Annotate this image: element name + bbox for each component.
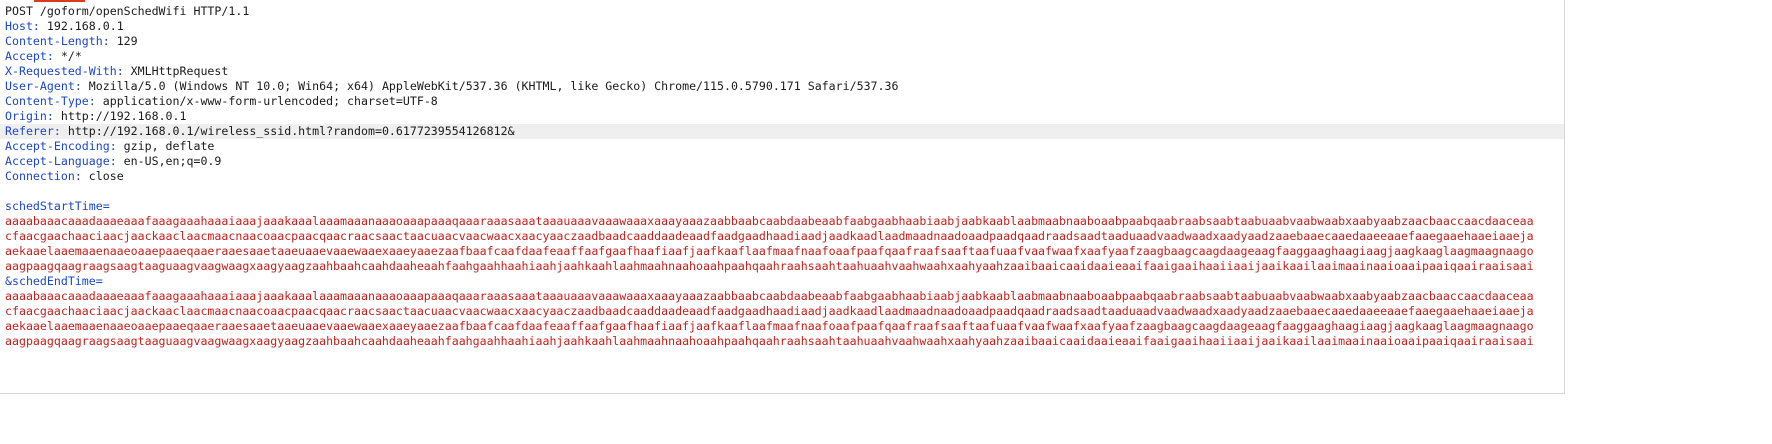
header-value: Mozilla/5.0 (Windows NT 10.0; Win64; x64… xyxy=(88,79,899,93)
header-value: en-US,en;q=0.9 xyxy=(123,154,222,168)
header-value: http://192.168.0.1/wireless_ssid.html?ra… xyxy=(67,124,515,138)
http-request-viewer[interactable]: POST /goform/openSchedWifi HTTP/1.1 Host… xyxy=(0,0,1772,444)
header-value: http://192.168.0.1 xyxy=(60,109,187,123)
body-value-line: aekaaelaaemaaenaaeoaaepaaeqaaeraaesaaeta… xyxy=(5,244,1534,258)
header-line-referer: Referer: http://192.168.0.1/wireless_ssi… xyxy=(0,124,1564,139)
editor-border-right xyxy=(1564,0,1565,394)
header-key: Accept xyxy=(5,49,47,63)
header-line-content-length: Content-Length: 129 xyxy=(5,34,138,48)
param-equals: = xyxy=(95,274,103,288)
body-param-name-line: &schedEndTime= xyxy=(0,274,1564,289)
header-line-accept-language: Accept-Language: en-US,en;q=0.9 xyxy=(5,154,222,168)
header-value: gzip, deflate xyxy=(123,139,215,153)
body-value-line: aaaabaaacaaadaaaeaaafaaagaaahaaaiaaajaaa… xyxy=(5,289,1534,303)
header-key: Accept-Encoding xyxy=(5,139,110,153)
header-key: Content-Length xyxy=(5,34,103,48)
header-value: 192.168.0.1 xyxy=(46,19,124,33)
editor-border-bottom xyxy=(0,393,1565,394)
body-value-line: cfaacgaachaaciaacjaackaaclaacmaacnaacoaa… xyxy=(5,229,1534,243)
header-key: X-Requested-With xyxy=(5,64,117,78)
active-tab-indicator xyxy=(34,0,85,2)
header-line-user-agent: User-Agent: Mozilla/5.0 (Windows NT 10.0… xyxy=(5,79,899,93)
body-value-line: cfaacgaachaaciaacjaackaaclaacmaacnaacoaa… xyxy=(5,304,1534,318)
body-value-line: aekaaelaaemaaenaaeoaaepaaeqaaeraaesaaeta… xyxy=(5,319,1534,333)
header-line-content-type: Content-Type: application/x-www-form-url… xyxy=(5,94,438,108)
request-editor[interactable]: POST /goform/openSchedWifi HTTP/1.1 Host… xyxy=(0,4,1564,349)
header-line-accept-encoding: Accept-Encoding: gzip, deflate xyxy=(5,139,215,153)
body-value-line: aagpaagqaagraagsaagtaaguaagvaagwaagxaagy… xyxy=(5,334,1534,348)
request-line: POST /goform/openSchedWifi HTTP/1.1 xyxy=(5,4,250,18)
param-separator: & xyxy=(5,274,12,288)
body-value-line: aagpaagqaagraagsaagtaaguaagvaagwaagxaagy… xyxy=(5,259,1534,273)
header-value: */* xyxy=(60,49,82,63)
header-key: Origin xyxy=(5,109,47,123)
header-line-x-requested-with: X-Requested-With: XMLHttpRequest xyxy=(5,64,229,78)
body-value-line: aaaabaaacaaadaaaeaaafaaagaaahaaaiaaajaaa… xyxy=(5,214,1534,228)
header-value: application/x-www-form-urlencoded; chars… xyxy=(102,94,438,108)
header-line-host: Host: 192.168.0.1 xyxy=(5,19,124,33)
header-key: Host xyxy=(5,19,33,33)
header-key: Content-Type xyxy=(5,94,89,108)
header-key: Connection xyxy=(5,169,75,183)
header-value: XMLHttpRequest xyxy=(130,64,229,78)
body-param-name-line: schedStartTime= xyxy=(0,199,1564,214)
header-line-connection: Connection: close xyxy=(5,169,124,183)
param-equals: = xyxy=(102,199,110,213)
param-name-sched-start-time: schedStartTime xyxy=(5,199,103,213)
header-value: 129 xyxy=(116,34,138,48)
header-line-accept: Accept: */* xyxy=(5,49,82,63)
param-name-sched-end-time: schedEndTime xyxy=(11,274,96,288)
header-value: close xyxy=(88,169,124,183)
header-line-origin: Origin: http://192.168.0.1 xyxy=(5,109,187,123)
header-key: Accept-Language xyxy=(5,154,110,168)
header-key: User-Agent xyxy=(5,79,75,93)
header-key: Referer xyxy=(5,124,54,138)
